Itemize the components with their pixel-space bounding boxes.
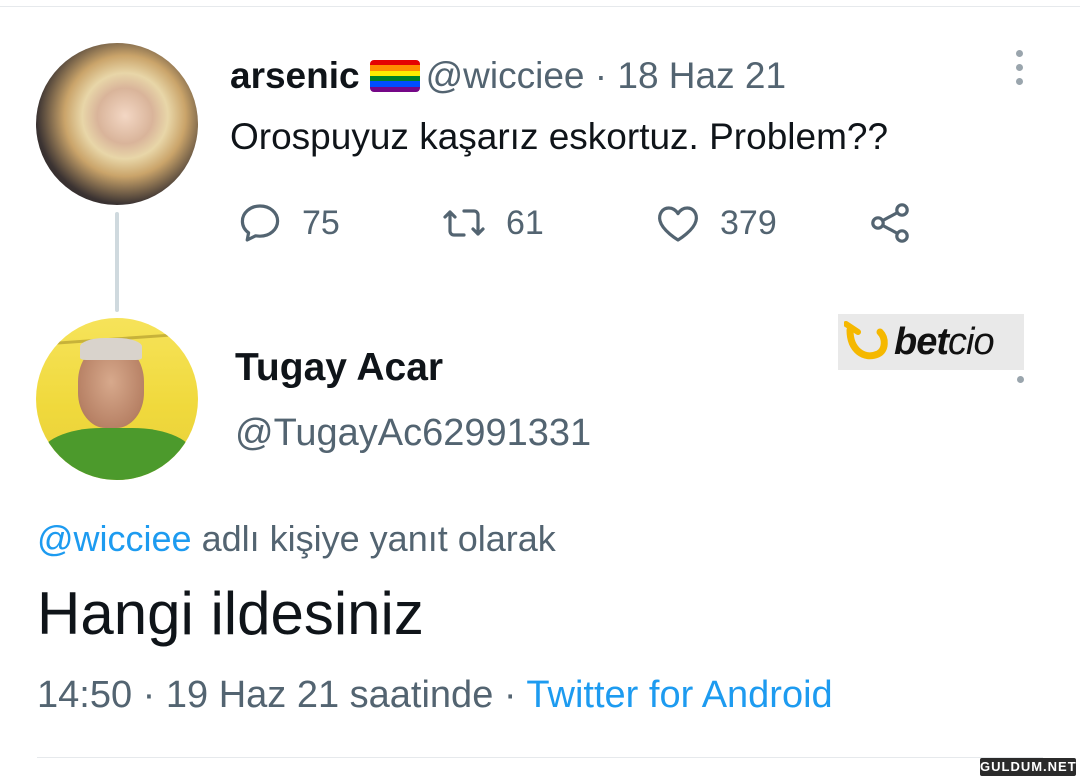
display-name[interactable]: arsenic xyxy=(230,55,360,96)
tweet-time[interactable]: 14:50 xyxy=(37,674,132,716)
mention-link[interactable]: @wicciee xyxy=(37,518,192,559)
betcio-logo-icon xyxy=(844,321,888,360)
user-handle[interactable]: @wicciee xyxy=(426,55,585,96)
share-button[interactable] xyxy=(866,198,914,248)
more-vertical-icon[interactable] xyxy=(1015,376,1025,386)
separator-dot: · xyxy=(142,674,156,716)
avatar-tugay-acar[interactable] xyxy=(36,318,198,480)
rainbow-flag-icon xyxy=(369,60,420,92)
reply-display-name[interactable]: Tugay Acar xyxy=(235,346,443,390)
separator-dot: · xyxy=(503,674,517,716)
betcio-bet-text: bet xyxy=(894,320,949,363)
like-button[interactable]: 379 xyxy=(654,198,777,248)
retweet-icon xyxy=(443,209,485,237)
retweet-button[interactable]: 61 xyxy=(440,198,544,248)
parent-tweet-text: Orospuyuz kaşarız eskortuz. Problem?? xyxy=(230,116,889,157)
betcio-ad-logo: betcio xyxy=(838,314,1024,370)
avatar-hair xyxy=(80,338,142,360)
reply-context: @wicciee adlı kişiye yanıt olarak xyxy=(37,518,556,560)
reply-tweet-text: Hangi ildesiniz xyxy=(37,580,424,647)
site-watermark: GULDUM.NET xyxy=(980,758,1077,776)
heart-icon xyxy=(658,206,698,242)
betcio-cio-text: cio xyxy=(948,320,995,363)
reply-count: 75 xyxy=(302,203,340,242)
more-vertical-icon[interactable] xyxy=(1012,50,1026,90)
share-icon xyxy=(871,203,909,243)
tweet-date[interactable]: 18 Haz 21 xyxy=(617,55,786,96)
avatar-shirt xyxy=(40,428,194,480)
thread-connector-line xyxy=(115,212,119,312)
tweet-date[interactable]: 19 Haz 21 saatinde xyxy=(166,674,493,716)
avatar-arsenic[interactable] xyxy=(36,43,198,205)
tweet-action-bar: 75 61 379 xyxy=(230,198,930,248)
top-divider xyxy=(0,6,1080,7)
like-count: 379 xyxy=(720,203,777,242)
tweet-metadata: 14:50 · 19 Haz 21 saatinde · Twitter for… xyxy=(37,674,833,717)
betcio-wordmark: betcio xyxy=(894,320,995,364)
parent-tweet-header: arsenic @wicciee · 18 Haz 21 xyxy=(230,56,786,96)
tweet-source-link[interactable]: Twitter for Android xyxy=(526,674,832,716)
bottom-divider xyxy=(37,757,1043,758)
reply-context-text: adlı kişiye yanıt olarak xyxy=(201,518,556,559)
reply-button[interactable]: 75 xyxy=(236,198,340,248)
reply-user-handle[interactable]: @TugayAc62991331 xyxy=(235,412,591,455)
retweet-count: 61 xyxy=(506,203,544,242)
separator-dot: · xyxy=(594,55,608,96)
reply-icon xyxy=(240,204,280,242)
